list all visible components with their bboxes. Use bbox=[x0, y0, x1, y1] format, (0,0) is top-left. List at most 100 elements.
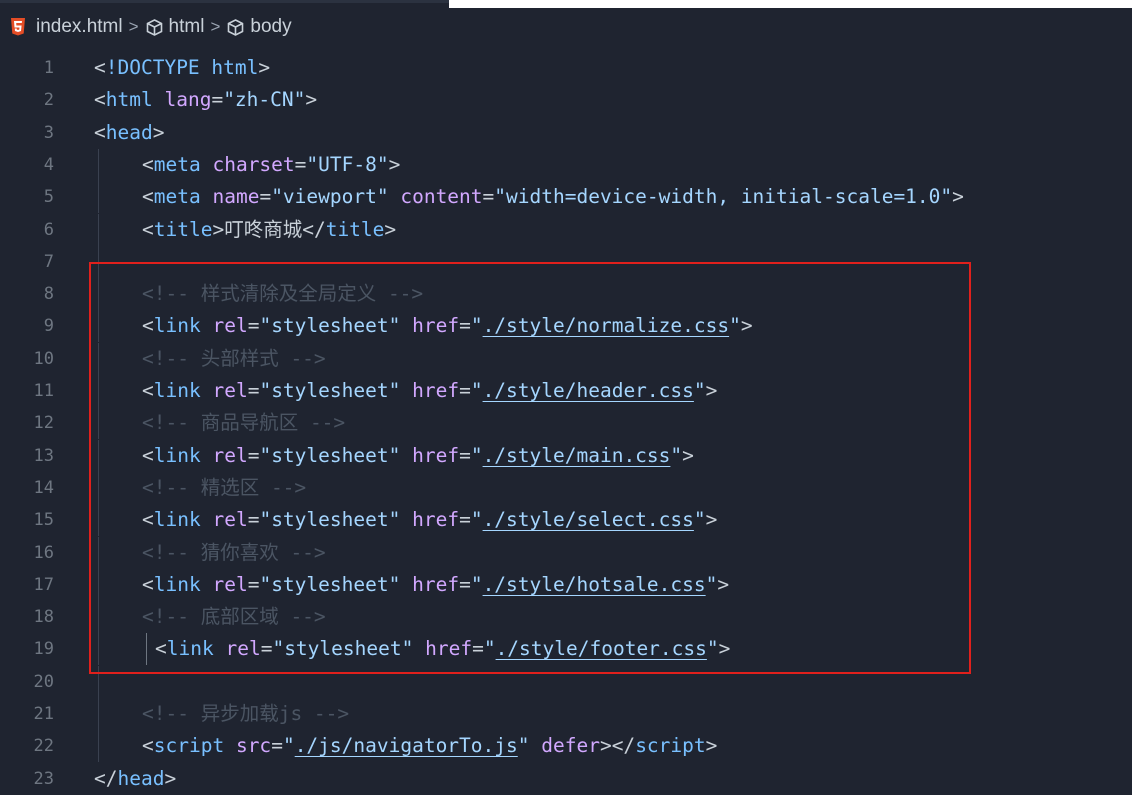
token-str: "width=device-width, initial-scale=1.0" bbox=[494, 185, 953, 209]
token-punc: < bbox=[94, 56, 106, 79]
token-punc bbox=[389, 185, 401, 208]
line-number: 13 bbox=[33, 445, 54, 466]
line-number: 10 bbox=[33, 348, 54, 369]
line-number: 23 bbox=[33, 768, 54, 789]
line-number: 16 bbox=[33, 542, 54, 563]
code-text: <script src="./js/navigatorTo.js" defer>… bbox=[142, 730, 717, 762]
token-tag: meta bbox=[153, 152, 201, 176]
token-punc: = bbox=[271, 734, 283, 758]
token-punc bbox=[201, 185, 213, 208]
token-str: "UTF-8" bbox=[306, 152, 389, 176]
token-punc: > bbox=[305, 88, 318, 112]
html5-file-icon bbox=[10, 18, 26, 36]
token-punc: > bbox=[384, 217, 397, 241]
breadcrumb-separator: > bbox=[210, 17, 221, 36]
code-line[interactable]: 1 <!DOCTYPE html> bbox=[0, 52, 1132, 84]
code-line[interactable]: 3 <head> bbox=[0, 117, 1132, 149]
token-tag: script bbox=[635, 734, 706, 758]
token-punc: ></ bbox=[599, 734, 636, 758]
breadcrumb-item-body[interactable]: body bbox=[250, 16, 291, 38]
token-punc: < bbox=[142, 217, 154, 241]
token-tag: meta bbox=[153, 185, 201, 209]
token-str: " bbox=[282, 734, 295, 758]
line-number: 9 bbox=[43, 316, 54, 337]
token-punc: > bbox=[388, 152, 401, 176]
indent-guide bbox=[98, 181, 99, 214]
token-punc: > bbox=[952, 185, 964, 209]
token-punc: < bbox=[142, 152, 154, 176]
indent-guide bbox=[98, 698, 99, 730]
code-text: <meta name="viewport" content="width=dev… bbox=[142, 181, 964, 213]
token-punc: > bbox=[212, 217, 225, 241]
code-text: <!DOCTYPE html> bbox=[94, 52, 270, 84]
token-punc: < bbox=[142, 734, 154, 758]
code-text: <head> bbox=[94, 117, 164, 149]
token-tag: html bbox=[105, 88, 153, 112]
token-tag: title bbox=[325, 217, 385, 241]
token-attr: lang bbox=[164, 88, 212, 112]
indent-guide bbox=[98, 148, 99, 181]
line-number: 7 bbox=[43, 251, 54, 272]
indent-guide bbox=[98, 730, 99, 763]
breadcrumb-item-html[interactable]: html bbox=[169, 16, 205, 38]
token-punc: </ bbox=[302, 217, 326, 241]
line-number: 5 bbox=[43, 187, 54, 208]
code-text: <title>叮咚商城</title> bbox=[142, 214, 396, 246]
breadcrumb-file[interactable]: index.html bbox=[36, 16, 123, 38]
line-number: 20 bbox=[33, 671, 54, 692]
token-punc: = bbox=[482, 185, 495, 209]
token-punc: > bbox=[258, 56, 271, 79]
line-number: 2 bbox=[43, 90, 54, 111]
token-tag: head bbox=[117, 766, 165, 790]
code-text: <!-- 异步加载js --> bbox=[142, 698, 349, 730]
token-punc bbox=[224, 734, 236, 757]
token-punc: 叮咚商城 bbox=[224, 217, 303, 241]
code-text: <meta charset="UTF-8"> bbox=[142, 149, 400, 181]
token-punc bbox=[530, 734, 542, 757]
code-line[interactable]: 5 <meta name="viewport" content="width=de… bbox=[0, 181, 1132, 214]
token-attr: name bbox=[212, 185, 260, 209]
symbol-cube-icon bbox=[226, 18, 245, 37]
token-attr: src bbox=[235, 734, 272, 758]
breadcrumb-separator: > bbox=[128, 17, 139, 36]
line-number: 14 bbox=[33, 477, 54, 498]
line-number: 3 bbox=[43, 122, 54, 143]
token-punc: > bbox=[705, 734, 718, 758]
token-punc bbox=[201, 153, 213, 176]
token-punc: </ bbox=[94, 766, 118, 790]
code-line[interactable]: 6 <title>叮咚商城</title> bbox=[0, 213, 1132, 246]
token-punc: = bbox=[211, 88, 224, 112]
token-attr: content bbox=[400, 185, 483, 209]
overlay-strip bbox=[449, 0, 1132, 8]
line-number: 6 bbox=[43, 219, 54, 240]
token-tag: head bbox=[105, 120, 153, 144]
token-tag: title bbox=[153, 217, 213, 241]
token-attr: defer bbox=[541, 734, 600, 758]
code-text: </head> bbox=[94, 763, 176, 795]
code-line[interactable]: 23 </head> bbox=[0, 763, 1132, 795]
token-punc bbox=[153, 88, 165, 111]
token-punc: = bbox=[294, 152, 307, 176]
breadcrumb: index.html > html > body bbox=[0, 10, 1132, 44]
token-punc: > bbox=[164, 766, 177, 790]
token-str: "zh-CN" bbox=[223, 88, 306, 112]
token-punc: = bbox=[259, 185, 272, 209]
token-attr: charset bbox=[212, 152, 295, 176]
line-number: 18 bbox=[33, 607, 54, 628]
line-number: 4 bbox=[43, 154, 54, 175]
token-str: " bbox=[517, 734, 530, 758]
token-link: ./js/navigatorTo.js bbox=[294, 734, 518, 758]
token-punc: < bbox=[94, 120, 106, 144]
token-str: "viewport" bbox=[271, 185, 389, 209]
code-line[interactable]: 2 <html lang="zh-CN"> bbox=[0, 84, 1132, 116]
code-line[interactable]: 4 <meta charset="UTF-8"> bbox=[0, 148, 1132, 181]
token-comment: <!-- 异步加载js --> bbox=[142, 702, 350, 725]
line-number: 8 bbox=[43, 284, 54, 305]
token-tag: script bbox=[153, 734, 225, 758]
tab-bar-edge bbox=[0, 0, 449, 3]
code-line[interactable]: 22 <script src="./js/navigatorTo.js" defe… bbox=[0, 730, 1132, 763]
line-number: 11 bbox=[33, 381, 54, 401]
code-text: <html lang="zh-CN"> bbox=[94, 84, 317, 116]
code-line[interactable]: 21 <!-- 异步加载js --> bbox=[0, 698, 1132, 730]
token-punc: > bbox=[152, 120, 165, 144]
